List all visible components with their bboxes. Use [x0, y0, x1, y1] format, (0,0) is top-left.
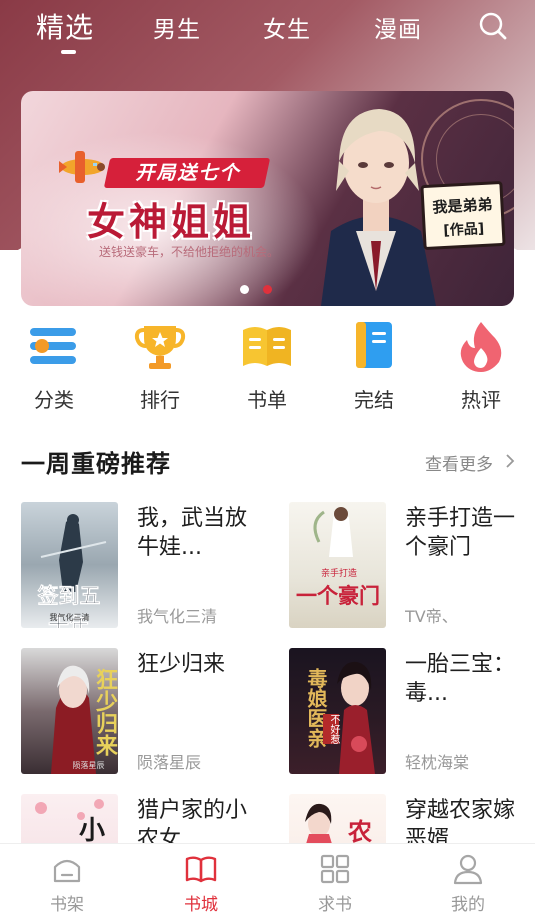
category-label: 热评: [461, 388, 501, 412]
tab-female[interactable]: 女生: [263, 10, 311, 44]
chevron-right-icon[interactable]: [503, 452, 517, 470]
nav-label: 我的: [451, 895, 485, 915]
top-tab-bar: 精选 男生 女生 漫画: [0, 0, 535, 60]
user-icon: [453, 854, 483, 885]
cover-title: 一个豪门: [296, 583, 380, 608]
nav-request-book[interactable]: 求书: [295, 844, 375, 915]
book-cover: 亲手打造 一个豪门: [289, 502, 386, 628]
banner-subtitle: 送钱送豪车，不给他拒绝的机会。: [99, 245, 280, 259]
airplane-icon: [59, 151, 105, 183]
book-author: TV帝、: [405, 607, 458, 626]
nav-profile[interactable]: 我的: [428, 844, 508, 915]
search-icon[interactable]: [478, 11, 508, 41]
category-label: 完结: [354, 388, 394, 412]
book-title: 我，武当放牛娃...: [137, 506, 248, 560]
cover-title: 小: [78, 816, 105, 846]
category-shortcut-booklist[interactable]: 书单: [227, 318, 307, 413]
category-label: 分类: [34, 388, 74, 412]
category-label: 排行: [140, 388, 180, 412]
cover-subtitle: 不好惹: [323, 714, 339, 744]
tab-featured[interactable]: 精选: [36, 6, 94, 46]
flame-icon: [460, 322, 502, 372]
category-label: 书单: [247, 388, 287, 412]
cover-subtitle: 我气化三清: [49, 613, 90, 622]
book-author: 轻枕海棠: [405, 753, 470, 772]
nav-label: 求书: [318, 895, 352, 915]
bookstore-icon: [185, 856, 217, 883]
section-title: 一周重磅推荐: [21, 450, 171, 478]
book-author: 陨落星辰: [137, 753, 202, 772]
banner-pagination: [240, 285, 280, 295]
category-shortcuts: 分类 排行 书单 完结 热评: [0, 318, 535, 418]
nav-bookshelf[interactable]: 书架: [27, 844, 107, 915]
banner-title: 女神姐姐: [87, 199, 256, 244]
book-author: 我气化三清: [137, 607, 218, 626]
banner-ribbon-text: 开局送七个: [135, 162, 241, 184]
bookstore-page: 精选 男生 女生 漫画 开局送七个 女神姐姐 送钱送豪车，不给他拒绝的机会。 我…: [0, 0, 535, 915]
book-title: 一胎三宝：毒...: [405, 652, 516, 706]
cover-subtitle: 亲手打造: [320, 569, 357, 579]
open-book-icon: [243, 327, 291, 366]
nav-bookstore[interactable]: 书城: [161, 844, 241, 915]
cover-title: 狂少归来: [92, 668, 118, 756]
category-shortcut-classify[interactable]: 分类: [14, 318, 94, 413]
see-more-link[interactable]: 查看更多: [425, 450, 493, 475]
book-title: 亲手打造一个豪门: [405, 506, 516, 560]
grid-icon: [320, 854, 350, 884]
tab-active-indicator: [61, 50, 76, 54]
book-cover: 狂少归来 陨落星辰: [21, 648, 118, 774]
book-card[interactable]: 狂少归来 陨落星辰 狂少归来 陨落星辰: [21, 648, 266, 776]
banner-dot-1[interactable]: [240, 285, 249, 294]
book-cover: 毒娘医亲 不好惹: [289, 648, 386, 774]
banner-tag-line1: 我是弟弟: [432, 195, 493, 217]
category-shortcut-ranking[interactable]: 排行: [120, 318, 200, 413]
category-list-icon: [30, 328, 76, 364]
book-card[interactable]: 亲手打造 一个豪门 亲手打造一个豪门 TV帝、: [289, 502, 534, 630]
category-shortcut-hot-reviews[interactable]: 热评: [441, 318, 521, 413]
promo-banner[interactable]: 开局送七个 女神姐姐 送钱送豪车，不给他拒绝的机会。 我是弟弟 [作品]: [21, 91, 514, 306]
tab-comics[interactable]: 漫画: [374, 10, 422, 44]
banner-tag-line2: [作品]: [442, 220, 485, 240]
banner-author-tag: 我是弟弟 [作品]: [420, 180, 506, 251]
bookshelf-icon: [53, 859, 81, 883]
category-shortcut-completed[interactable]: 完结: [334, 318, 414, 413]
notebook-icon: [356, 322, 392, 368]
bottom-nav-bar: 书架 书城 求书 我的: [0, 843, 535, 915]
trophy-icon: [134, 326, 186, 369]
book-card[interactable]: 签到五十年 我气化三清 我，武当放牛娃... 我气化三清: [21, 502, 266, 630]
book-cover: 签到五十年 我气化三清: [21, 502, 118, 628]
book-card[interactable]: 毒娘医亲 不好惹 一胎三宝：毒... 轻枕海棠: [289, 648, 534, 776]
nav-label: 书架: [50, 895, 84, 915]
cover-title: 农: [348, 817, 372, 846]
banner-dot-2[interactable]: [263, 285, 272, 294]
cover-subtitle: 陨落星辰: [72, 761, 105, 770]
nav-label: 书城: [184, 895, 218, 915]
tab-male[interactable]: 男生: [153, 10, 201, 44]
book-title: 狂少归来: [137, 652, 226, 677]
